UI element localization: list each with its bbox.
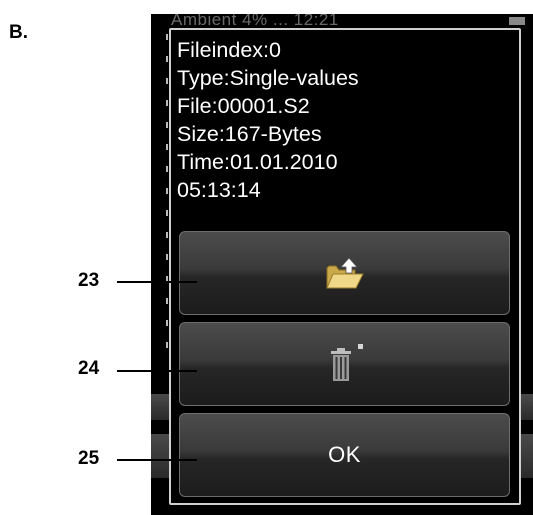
callout-23-leader bbox=[117, 281, 197, 283]
figure-label: B. bbox=[9, 22, 28, 43]
file-index-line: Fileindex:0 bbox=[177, 38, 281, 62]
ok-button-label: OK bbox=[328, 442, 361, 467]
callout-24: 24 bbox=[78, 358, 100, 379]
open-file-button[interactable] bbox=[179, 231, 510, 315]
file-name-line: File:00001.S2 bbox=[177, 94, 310, 118]
battery-icon bbox=[509, 17, 525, 25]
callout-25: 25 bbox=[78, 448, 100, 469]
file-type-line: Type:Single-values bbox=[177, 66, 359, 90]
callout-25-leader bbox=[117, 459, 197, 461]
ok-button[interactable]: OK bbox=[179, 413, 510, 497]
delete-file-button[interactable] bbox=[179, 322, 510, 406]
file-time-line: 05:13:14 bbox=[177, 178, 261, 202]
screen-edge-divider bbox=[166, 34, 168, 364]
callout-23: 23 bbox=[78, 270, 100, 291]
folder-upload-icon bbox=[325, 256, 365, 290]
trash-icon bbox=[325, 342, 365, 386]
file-info-text: Fileindex:0 Type:Single-values File:0000… bbox=[177, 36, 359, 204]
callout-24-leader bbox=[117, 370, 197, 372]
file-date-line: Time:01.01.2010 bbox=[177, 150, 338, 174]
file-size-line: Size:167-Bytes bbox=[177, 122, 322, 146]
file-info-dialog: Fileindex:0 Type:Single-values File:0000… bbox=[169, 28, 521, 505]
